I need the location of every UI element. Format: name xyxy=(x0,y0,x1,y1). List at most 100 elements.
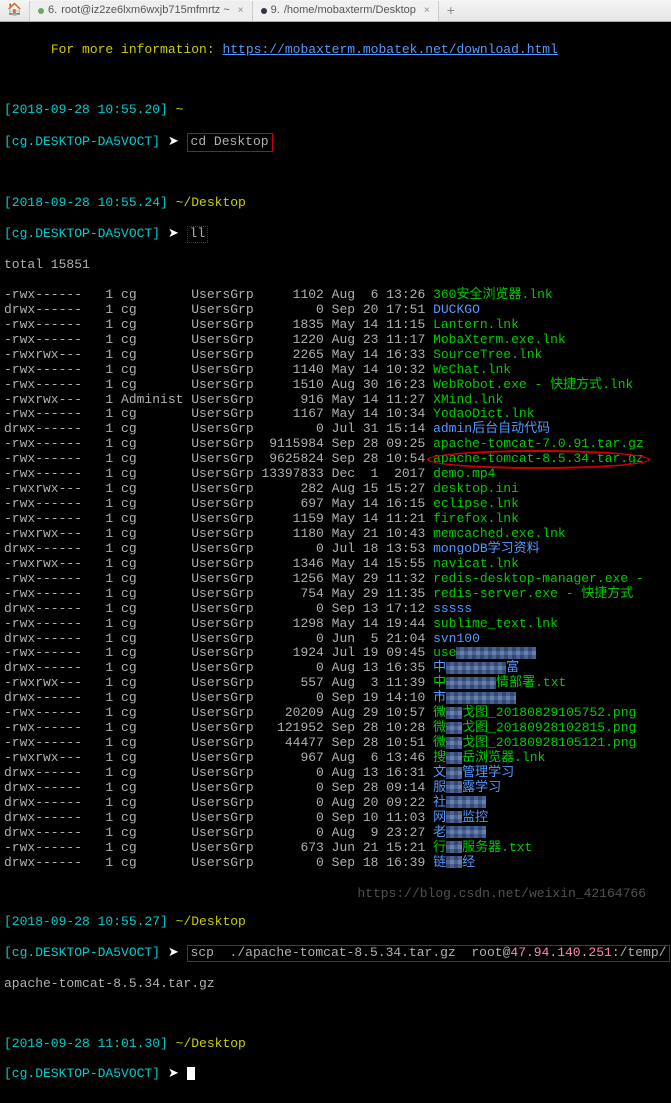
filename: 中 xyxy=(433,660,446,675)
tab-session-1[interactable]: 6. root@iz2ze6lxm6wxjb715mfmrtz ~ × xyxy=(30,1,253,21)
obscured-region xyxy=(446,662,506,674)
new-tab-button[interactable]: + xyxy=(439,2,463,18)
file-row: -rwx------ 1 cg UsersGrp 754 May 29 11:3… xyxy=(4,587,667,602)
filename: MobaXterm.exe.lnk xyxy=(433,332,566,347)
filename: eclipse.lnk xyxy=(433,496,519,511)
terminal-output[interactable]: For more information: https://mobaxterm.… xyxy=(0,22,671,1103)
filename: desktop.ini xyxy=(433,481,519,496)
obscured-region xyxy=(446,737,462,749)
filename: SourceTree.lnk xyxy=(433,347,542,362)
filename: 市 xyxy=(433,690,446,705)
file-row: -rwx------ 1 cg UsersGrp 121952 Sep 28 1… xyxy=(4,721,667,736)
tab-session-2[interactable]: 9. /home/mobaxterm/Desktop × xyxy=(253,1,439,21)
file-row: drwx------ 1 cg UsersGrp 0 Sep 28 09:14 … xyxy=(4,781,667,796)
file-row: -rwx------ 1 cg UsersGrp 1167 May 14 10:… xyxy=(4,407,667,422)
filename: sublime_text.lnk xyxy=(433,616,558,631)
filename: DUCKGO xyxy=(433,302,480,317)
filename: 文 xyxy=(433,765,446,780)
tab-label: root@iz2ze6lxm6wxjb715mfmrtz ~ xyxy=(61,4,230,17)
prompt-line: [cg.DESKTOP-DA5VOCT] ➤ ll xyxy=(4,226,667,243)
file-row: -rwxrwx--- 1 cg UsersGrp 282 Aug 15 15:2… xyxy=(4,482,667,497)
obscured-region xyxy=(446,781,462,793)
file-row: drwx------ 1 cg UsersGrp 0 Sep 18 16:39 … xyxy=(4,856,667,871)
file-row: drwx------ 1 cg UsersGrp 0 Aug 13 16:35 … xyxy=(4,661,667,676)
obscured-region xyxy=(446,841,462,853)
file-row: -rwx------ 1 cg UsersGrp 20209 Aug 29 10… xyxy=(4,706,667,721)
file-row: -rwxrwx--- 1 Administ UsersGrp 916 May 1… xyxy=(4,393,667,408)
filename: redis-desktop-manager.exe - xyxy=(433,571,644,586)
filename: apache-tomcat-7.0.91.tar.gz xyxy=(433,436,644,451)
prompt-line: [2018-09-28 11:01.30] ~/Desktop xyxy=(4,1037,667,1052)
filename: svn100 xyxy=(433,631,480,646)
obscured-region xyxy=(446,856,462,868)
status-dot-icon xyxy=(38,8,44,14)
file-row: drwx------ 1 cg UsersGrp 0 Jul 31 15:14 … xyxy=(4,422,667,437)
file-row: drwx------ 1 cg UsersGrp 0 Aug 9 23:27 老 xyxy=(4,826,667,841)
filename: 搜 xyxy=(433,750,446,765)
total-line: total 15851 xyxy=(4,258,667,273)
filename: mongoDB学习资料 xyxy=(433,541,540,556)
file-row: drwx------ 1 cg UsersGrp 0 Sep 20 17:51 … xyxy=(4,303,667,318)
filename: 链 xyxy=(433,855,446,870)
info-url[interactable]: https://mobaxterm.mobatek.net/download.h… xyxy=(222,42,557,57)
file-row: -rwx------ 1 cg UsersGrp 9625824 Sep 28 … xyxy=(4,452,667,467)
home-tab[interactable]: 🏠 xyxy=(0,1,30,21)
filename: sssss xyxy=(433,601,472,616)
filename: demo.mp4 xyxy=(433,466,495,481)
file-row: -rwx------ 1 cg UsersGrp 44477 Sep 28 10… xyxy=(4,736,667,751)
prompt-line: [2018-09-28 10:55.27] ~/Desktop xyxy=(4,915,667,930)
file-row: -rwx------ 1 cg UsersGrp 673 Jun 21 15:2… xyxy=(4,841,667,856)
cursor xyxy=(187,1067,195,1080)
file-row: -rwx------ 1 cg UsersGrp 1256 May 29 11:… xyxy=(4,572,667,587)
filename: YodaoDict.lnk xyxy=(433,406,534,421)
filename: 行 xyxy=(433,840,446,855)
close-icon[interactable]: × xyxy=(424,5,430,17)
prompt-line: [cg.DESKTOP-DA5VOCT] ➤ cd Desktop xyxy=(4,133,667,152)
file-row: drwx------ 1 cg UsersGrp 0 Jul 18 13:53 … xyxy=(4,542,667,557)
close-icon[interactable]: × xyxy=(238,5,244,17)
tab-label: /home/mobaxterm/Desktop xyxy=(284,4,416,17)
status-dot-icon xyxy=(261,8,267,14)
cmd-highlight: cd Desktop xyxy=(187,133,273,152)
obscured-region xyxy=(446,692,516,704)
obscured-region xyxy=(446,707,462,719)
file-row: drwx------ 1 cg UsersGrp 0 Sep 13 17:12 … xyxy=(4,602,667,617)
prompt-line: [2018-09-28 10:55.20] ~ xyxy=(4,103,667,118)
filename: WebRobot.exe - 快捷方式.lnk xyxy=(433,377,633,392)
filename: Lantern.lnk xyxy=(433,317,519,332)
filename: 网 xyxy=(433,810,446,825)
file-row: drwx------ 1 cg UsersGrp 0 Aug 20 09:22 … xyxy=(4,796,667,811)
cmd-highlight: scp ./apache-tomcat-8.5.34.tar.gz root@4… xyxy=(187,945,671,962)
filename: redis-server.exe - 快捷方式 xyxy=(433,586,633,601)
filename: memcached.exe.lnk xyxy=(433,526,566,541)
filename: WeChat.lnk xyxy=(433,362,511,377)
file-row: drwx------ 1 cg UsersGrp 0 Sep 19 14:10 … xyxy=(4,691,667,706)
filename: 老 xyxy=(433,825,446,840)
obscured-region xyxy=(446,796,486,808)
file-row: -rwxrwx--- 1 cg UsersGrp 1346 May 14 15:… xyxy=(4,557,667,572)
obscured-region xyxy=(446,826,486,838)
obscured-region xyxy=(446,677,496,689)
obscured-region xyxy=(456,647,536,659)
obscured-region xyxy=(446,811,462,823)
file-row: -rwx------ 1 cg UsersGrp 1102 Aug 6 13:2… xyxy=(4,288,667,303)
file-row: -rwx------ 1 cg UsersGrp 1510 Aug 30 16:… xyxy=(4,378,667,393)
home-icon: 🏠 xyxy=(7,4,22,18)
filename: 服 xyxy=(433,780,446,795)
file-row: -rwx------ 1 cg UsersGrp 697 May 14 16:1… xyxy=(4,497,667,512)
filename: 中 xyxy=(433,675,446,690)
tab-bar: 🏠 6. root@iz2ze6lxm6wxjb715mfmrtz ~ × 9.… xyxy=(0,0,671,22)
filename: firefox.lnk xyxy=(433,511,519,526)
file-row: -rwxrwx--- 1 cg UsersGrp 967 Aug 6 13:46… xyxy=(4,751,667,766)
filename: 360安全浏览器.lnk xyxy=(433,287,553,302)
tab-num: 9. xyxy=(271,4,280,17)
file-row: -rwx------ 1 cg UsersGrp 1298 May 14 19:… xyxy=(4,617,667,632)
file-listing: -rwx------ 1 cg UsersGrp 1102 Aug 6 13:2… xyxy=(4,288,667,871)
file-row: -rwx------ 1 cg UsersGrp 1140 May 14 10:… xyxy=(4,363,667,378)
file-row: -rwx------ 1 cg UsersGrp 1835 May 14 11:… xyxy=(4,318,667,333)
filename: 微 xyxy=(433,705,446,720)
filename: 微 xyxy=(433,735,446,750)
cmd-highlight: ll xyxy=(187,226,209,243)
file-row: drwx------ 1 cg UsersGrp 0 Aug 13 16:31 … xyxy=(4,766,667,781)
filename: navicat.lnk xyxy=(433,556,519,571)
